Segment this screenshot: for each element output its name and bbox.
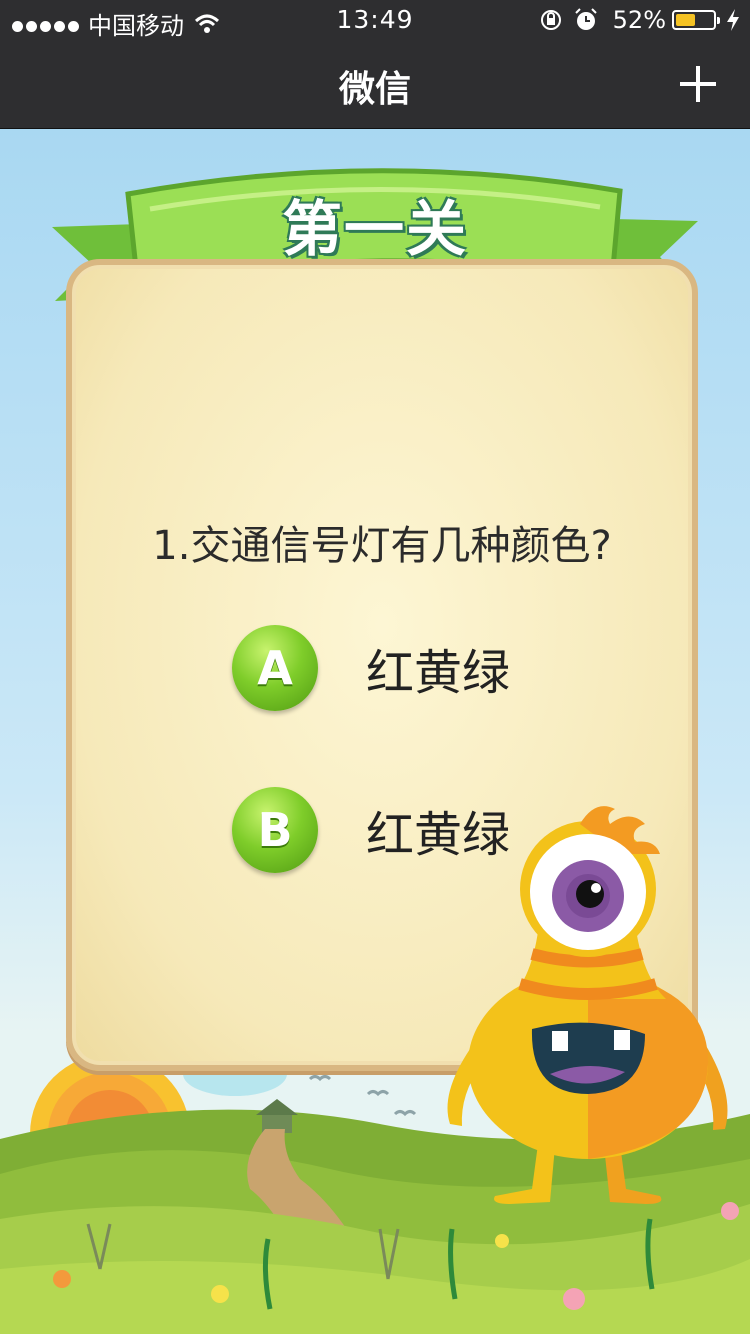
- option-a-badge: A: [232, 625, 318, 711]
- level-title: 第一关: [282, 195, 468, 265]
- monster-mascot: [447, 806, 728, 1204]
- status-bar: 中国移动 13:49 52%: [0, 0, 750, 40]
- battery-fill: [676, 14, 695, 26]
- charging-bolt-icon: [727, 9, 739, 31]
- game-scene: 第一关 1.交通信号灯有几种颜色? A 红黄绿 B 红黄绿: [0, 129, 750, 1334]
- option-b-letter: B: [257, 803, 293, 857]
- option-a-letter: A: [257, 641, 293, 695]
- option-a[interactable]: A 红黄绿: [232, 625, 510, 711]
- nav-bar: 微信: [0, 40, 750, 129]
- option-b-badge: B: [232, 787, 318, 873]
- house-decoration: [256, 1099, 298, 1133]
- plus-icon[interactable]: [680, 66, 716, 102]
- option-a-label: 红黄绿: [366, 645, 511, 701]
- status-right: 52%: [539, 6, 740, 34]
- rotation-lock-icon: [540, 10, 561, 30]
- alarm-icon: [574, 8, 597, 30]
- question-text: 1.交通信号灯有几种颜色?: [152, 523, 612, 569]
- nav-title: 微信: [338, 69, 411, 110]
- battery-percent: 52%: [612, 6, 666, 34]
- battery-icon: [672, 10, 720, 30]
